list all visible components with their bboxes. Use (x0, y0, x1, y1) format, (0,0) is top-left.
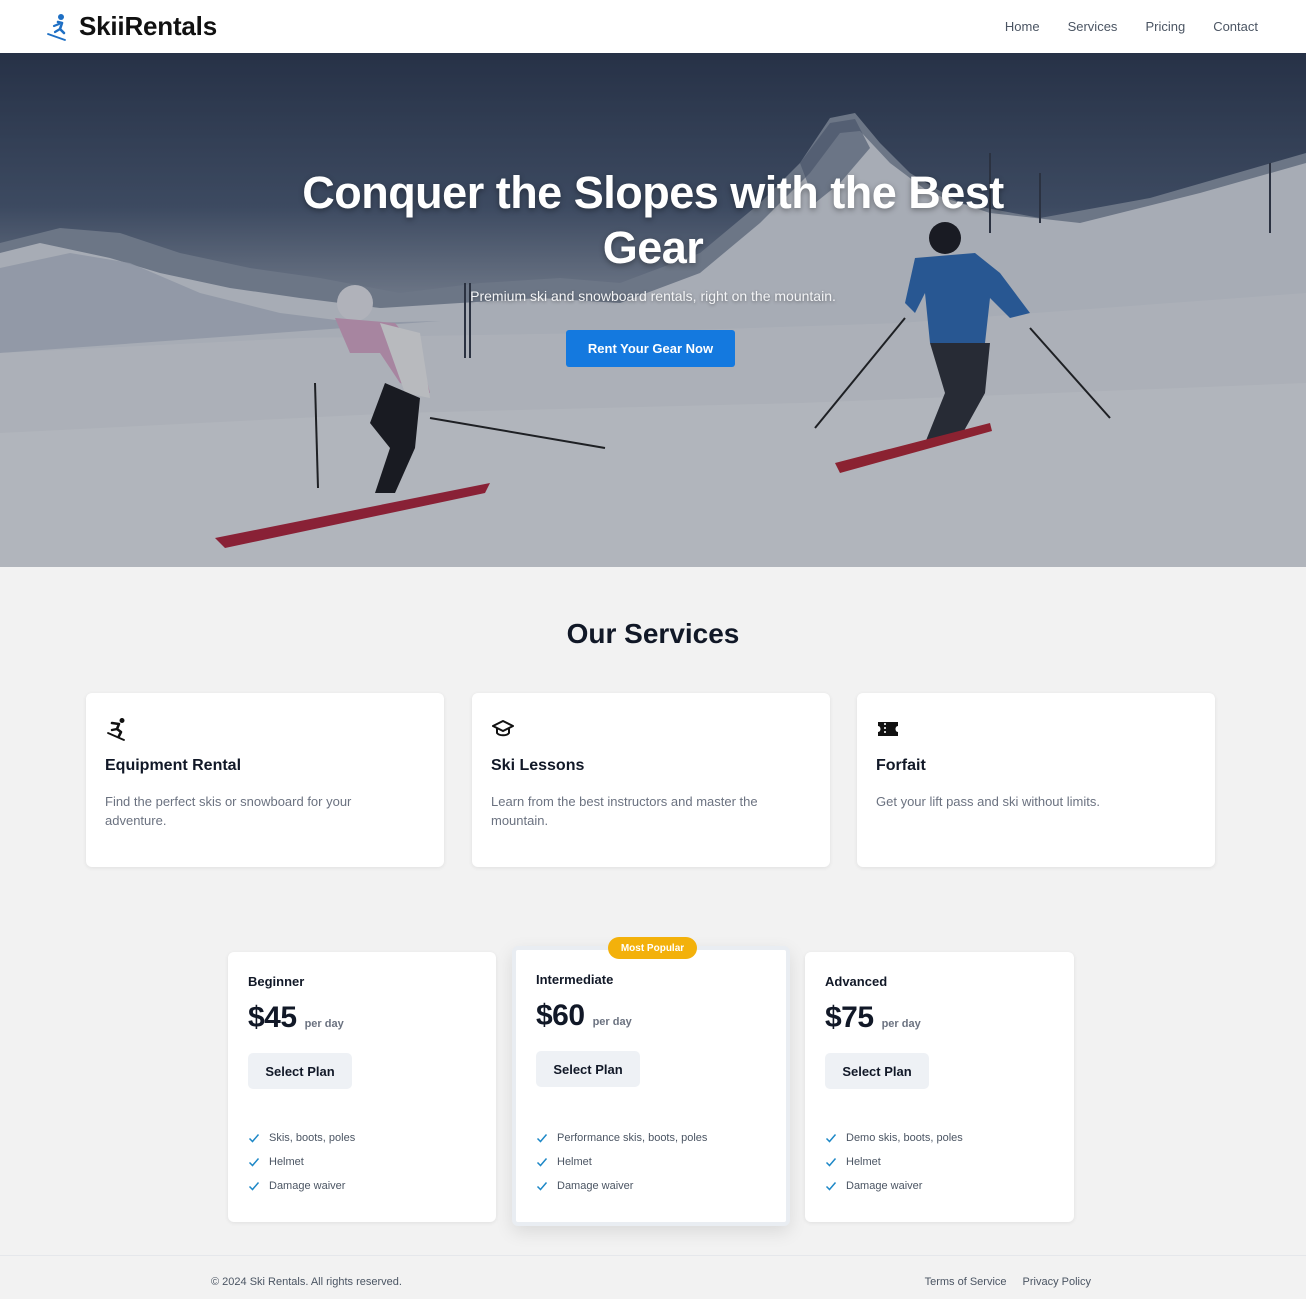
feature-item: Skis, boots, poles (248, 1126, 355, 1150)
feature-item: Helmet (536, 1150, 707, 1174)
services-title: Our Services (566, 618, 740, 649)
check-icon (825, 1182, 837, 1191)
service-card-equipment: Equipment Rental Find the perfect skis o… (86, 693, 444, 867)
hero-subtitle: Premium ski and snowboard rentals, right… (470, 288, 836, 304)
feature-item: Damage waiver (825, 1174, 963, 1198)
feature-item: Damage waiver (536, 1174, 707, 1198)
plan-name: Beginner (248, 974, 305, 989)
ticket-icon (878, 722, 898, 736)
skier-icon (107, 718, 125, 741)
price-amount: $60 (536, 999, 585, 1032)
price-unit: per day (304, 1018, 344, 1030)
nav-pricing[interactable]: Pricing (1145, 19, 1185, 34)
terms-link[interactable]: Terms of Service (925, 1276, 1007, 1288)
select-plan-button[interactable]: Select Plan (825, 1053, 929, 1089)
price-unit: per day (592, 1016, 632, 1028)
hero-section: Conquer the Slopes with the Best Gear Pr… (0, 53, 1306, 567)
check-icon (825, 1158, 837, 1167)
check-icon (536, 1134, 548, 1143)
graduation-cap-icon (492, 720, 514, 737)
rent-gear-button[interactable]: Rent Your Gear Now (566, 330, 735, 367)
nav-services[interactable]: Services (1068, 19, 1118, 34)
plan-price: $60 per day (536, 999, 766, 1033)
hero-title: Conquer the Slopes with the Best Gear (302, 167, 1004, 273)
brand[interactable]: SkiiRentals (46, 11, 217, 42)
copyright-text: © 2024 Ski Rentals. All rights reserved. (211, 1276, 402, 1288)
privacy-link[interactable]: Privacy Policy (1023, 1276, 1091, 1288)
feature-item: Performance skis, boots, poles (536, 1126, 707, 1150)
feature-item: Helmet (825, 1150, 963, 1174)
check-icon (248, 1158, 260, 1167)
price-unit: per day (881, 1018, 921, 1030)
service-title: Forfait (876, 757, 926, 774)
plan-features: Skis, boots, poles Helmet Damage waiver (248, 1126, 355, 1198)
plan-price: $75 per day (825, 1001, 1054, 1035)
plan-name: Intermediate (536, 972, 614, 987)
service-title: Ski Lessons (491, 757, 585, 774)
nav-contact[interactable]: Contact (1213, 19, 1258, 34)
select-plan-button[interactable]: Select Plan (536, 1051, 640, 1087)
price-amount: $45 (248, 1001, 297, 1034)
service-card-lessons: Ski Lessons Learn from the best instruct… (472, 693, 830, 867)
check-icon (536, 1158, 548, 1167)
hero-overlay (0, 53, 1306, 567)
main-nav: Home Services Pricing Contact (977, 0, 1258, 53)
skier-logo-icon (47, 13, 66, 41)
plan-features: Performance skis, boots, poles Helmet Da… (536, 1126, 707, 1198)
most-popular-badge: Most Popular (608, 937, 697, 959)
footer-links: Terms of Service Privacy Policy (909, 1276, 1091, 1288)
brand-name: SkiiRentals (79, 11, 217, 41)
price-amount: $75 (825, 1001, 874, 1034)
plan-features: Demo skis, boots, poles Helmet Damage wa… (825, 1126, 963, 1198)
check-icon (536, 1182, 548, 1191)
feature-item: Damage waiver (248, 1174, 355, 1198)
plan-card-intermediate: Most Popular Intermediate $60 per day Se… (512, 937, 790, 1226)
plan-card-advanced: Advanced $75 per day Select Plan Demo sk… (805, 952, 1074, 1222)
check-icon (248, 1182, 260, 1191)
site-footer: © 2024 Ski Rentals. All rights reserved.… (0, 1255, 1306, 1299)
service-desc: Learn from the best instructors and mast… (491, 794, 758, 828)
site-header: SkiiRentals Home Services Pricing Contac… (0, 0, 1306, 53)
service-desc: Get your lift pass and ski without limit… (876, 794, 1100, 809)
nav-home[interactable]: Home (1005, 19, 1040, 34)
check-icon (825, 1134, 837, 1143)
plan-price: $45 per day (248, 1001, 476, 1035)
service-title: Equipment Rental (105, 757, 242, 774)
check-icon (248, 1134, 260, 1143)
plan-name: Advanced (825, 974, 888, 989)
plan-card-beginner: Beginner $45 per day Select Plan Skis, b… (228, 952, 496, 1222)
select-plan-button[interactable]: Select Plan (248, 1053, 352, 1089)
service-card-forfait: Forfait Get your lift pass and ski witho… (857, 693, 1215, 867)
feature-item: Helmet (248, 1150, 355, 1174)
service-desc: Find the perfect skis or snowboard for y… (105, 794, 352, 828)
feature-item: Demo skis, boots, poles (825, 1126, 963, 1150)
